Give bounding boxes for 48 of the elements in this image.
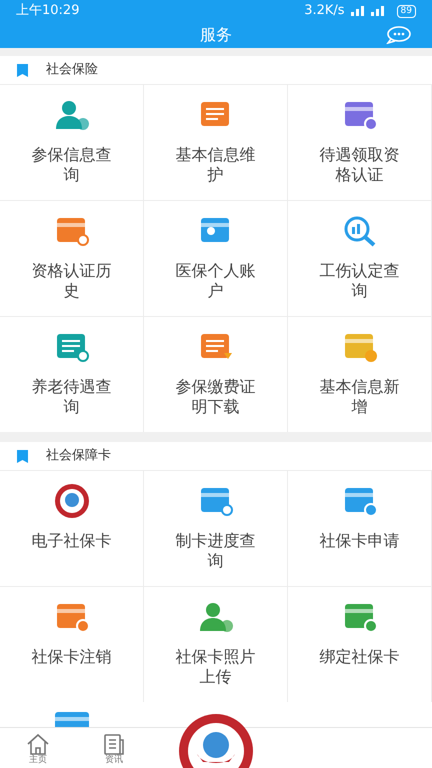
service-tile[interactable]: 医保个人账户: [144, 200, 288, 316]
service-tile[interactable]: 待遇领取资格认证: [288, 84, 432, 200]
tile-label: 社保卡申请: [318, 531, 400, 551]
service-tile[interactable]: 绑定社保卡: [288, 586, 432, 702]
service-tile[interactable]: 基本信息新增: [288, 316, 432, 432]
service-tile[interactable]: 参保缴费证明下载: [144, 316, 288, 432]
service-tile[interactable]: 参保信息查询: [0, 84, 144, 200]
emblem-icon[interactable]: [177, 712, 255, 768]
service-tile[interactable]: 社保卡照片上传: [144, 586, 288, 702]
service-tile[interactable]: 资格认证历史: [0, 200, 144, 316]
tile-label: 参保缴费证明下载: [174, 377, 256, 417]
emblem-icon: [54, 483, 90, 519]
news-icon: [102, 733, 126, 755]
service-tile[interactable]: 基本信息维护: [144, 84, 288, 200]
bookmark-icon: [17, 450, 28, 462]
tile-label: 绑定社保卡: [318, 647, 400, 667]
bookmark-icon: [17, 64, 28, 76]
service-tile[interactable]: 制卡进度查询: [144, 470, 288, 586]
tile-label: 医保个人账户: [174, 261, 256, 301]
tile-label: 社保卡照片上传: [174, 647, 256, 687]
tile-label: 养老待遇查询: [30, 377, 112, 417]
tile-label: 制卡进度查询: [174, 531, 256, 571]
home-icon: [26, 733, 50, 755]
nav-tab[interactable]: 资讯: [76, 733, 152, 768]
page-title: 服务: [200, 24, 232, 46]
service-tile[interactable]: 电子社保卡: [0, 470, 144, 586]
network-speed: 3.2K/s: [304, 2, 345, 20]
service-tile[interactable]: 社保卡注销: [0, 586, 144, 702]
tile-label: 参保信息查询: [30, 145, 112, 185]
service-tile[interactable]: 社保卡申请: [288, 470, 432, 586]
section-title: 社会保障卡: [46, 447, 111, 466]
tile-label: 基本信息维护: [174, 145, 256, 185]
magnifier-icon: [342, 215, 378, 247]
service-tile[interactable]: 工伤认定查询: [288, 200, 432, 316]
chat-icon[interactable]: [386, 26, 412, 44]
tile-label: 工伤认定查询: [318, 261, 400, 301]
tile-label: 基本信息新增: [318, 377, 400, 417]
person-card-icon: [54, 99, 90, 131]
tile-label: 资格认证历史: [30, 261, 112, 301]
person-card-icon: [198, 601, 234, 633]
service-tile[interactable]: 养老待遇查询: [0, 316, 144, 432]
battery-level: 89: [396, 4, 416, 18]
status-time: 上午10:29: [16, 2, 80, 20]
section-title: 社会保险: [46, 61, 98, 80]
tile-label: 电子社保卡: [30, 531, 112, 551]
nav-tab[interactable]: 主页: [0, 733, 76, 768]
tile-label: 待遇领取资格认证: [318, 145, 400, 185]
tile-label: 社保卡注销: [30, 647, 112, 667]
